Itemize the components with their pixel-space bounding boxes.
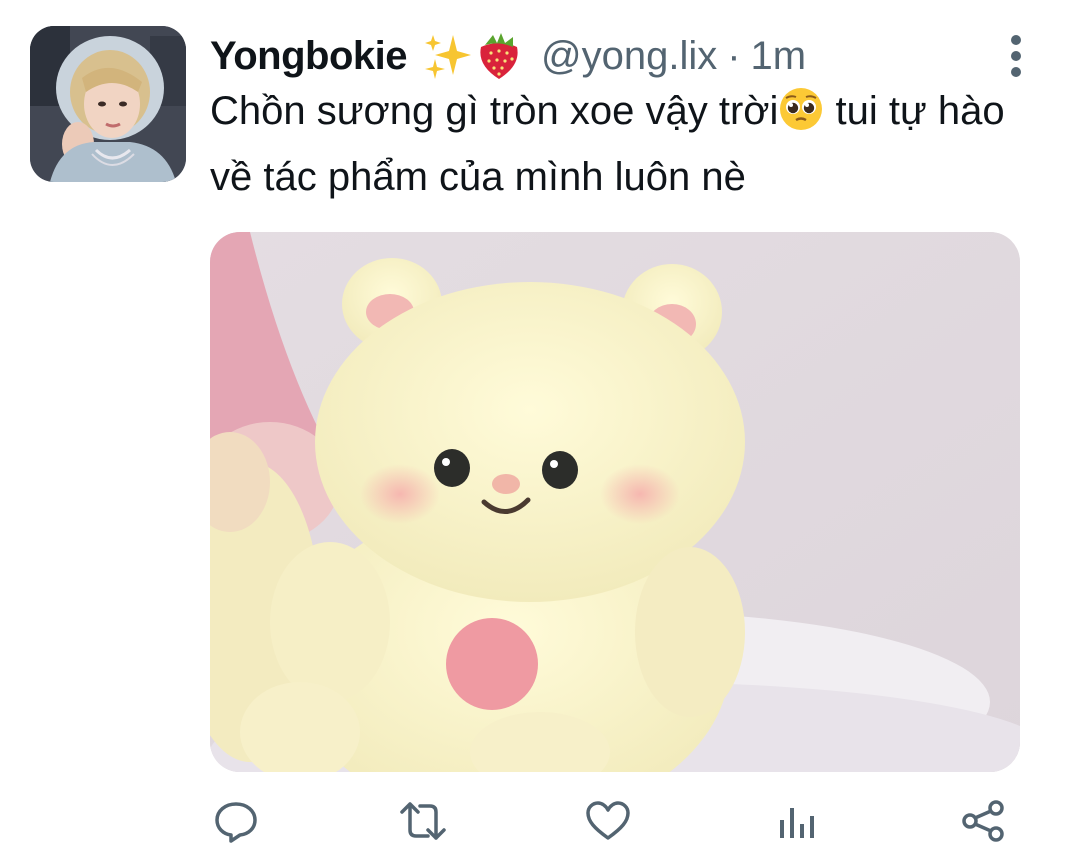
sparkles-emoji [424, 35, 471, 79]
reply-button[interactable] [211, 796, 261, 846]
strawberry-emoji [480, 33, 518, 79]
analytics-icon [780, 808, 814, 838]
analytics-button[interactable] [772, 796, 822, 846]
reply-icon [215, 802, 257, 843]
name-emojis [423, 31, 523, 81]
more-vertical-icon [1011, 35, 1021, 77]
retweet-button[interactable] [398, 796, 448, 846]
retweet-icon [400, 802, 446, 840]
separator-dot: · [727, 33, 741, 78]
tweet-header: Yongbokie @yong.lix · 1m [210, 26, 806, 86]
tweet-actions [0, 790, 1080, 854]
like-icon [586, 801, 630, 840]
tweet-text-part1: Chồn sương gì tròn xoe vậy trời [210, 89, 779, 133]
share-button[interactable] [958, 796, 1008, 846]
avatar[interactable] [30, 26, 186, 182]
like-button[interactable] [583, 796, 633, 846]
timestamp[interactable]: 1m [751, 34, 807, 79]
display-name[interactable]: Yongbokie [210, 34, 407, 79]
pleading-face-emoji [778, 86, 824, 148]
more-options-button[interactable] [1004, 32, 1028, 80]
user-handle[interactable]: @yong.lix [541, 34, 717, 79]
share-icon [962, 800, 1004, 842]
tweet-text: Chồn sương gì tròn xoe vậy trời tui tự h… [210, 82, 1030, 206]
tweet[interactable]: Yongbokie @yong.lix · 1m Chồn sương gì t… [0, 0, 1080, 864]
tweet-media-image[interactable] [210, 232, 1020, 772]
